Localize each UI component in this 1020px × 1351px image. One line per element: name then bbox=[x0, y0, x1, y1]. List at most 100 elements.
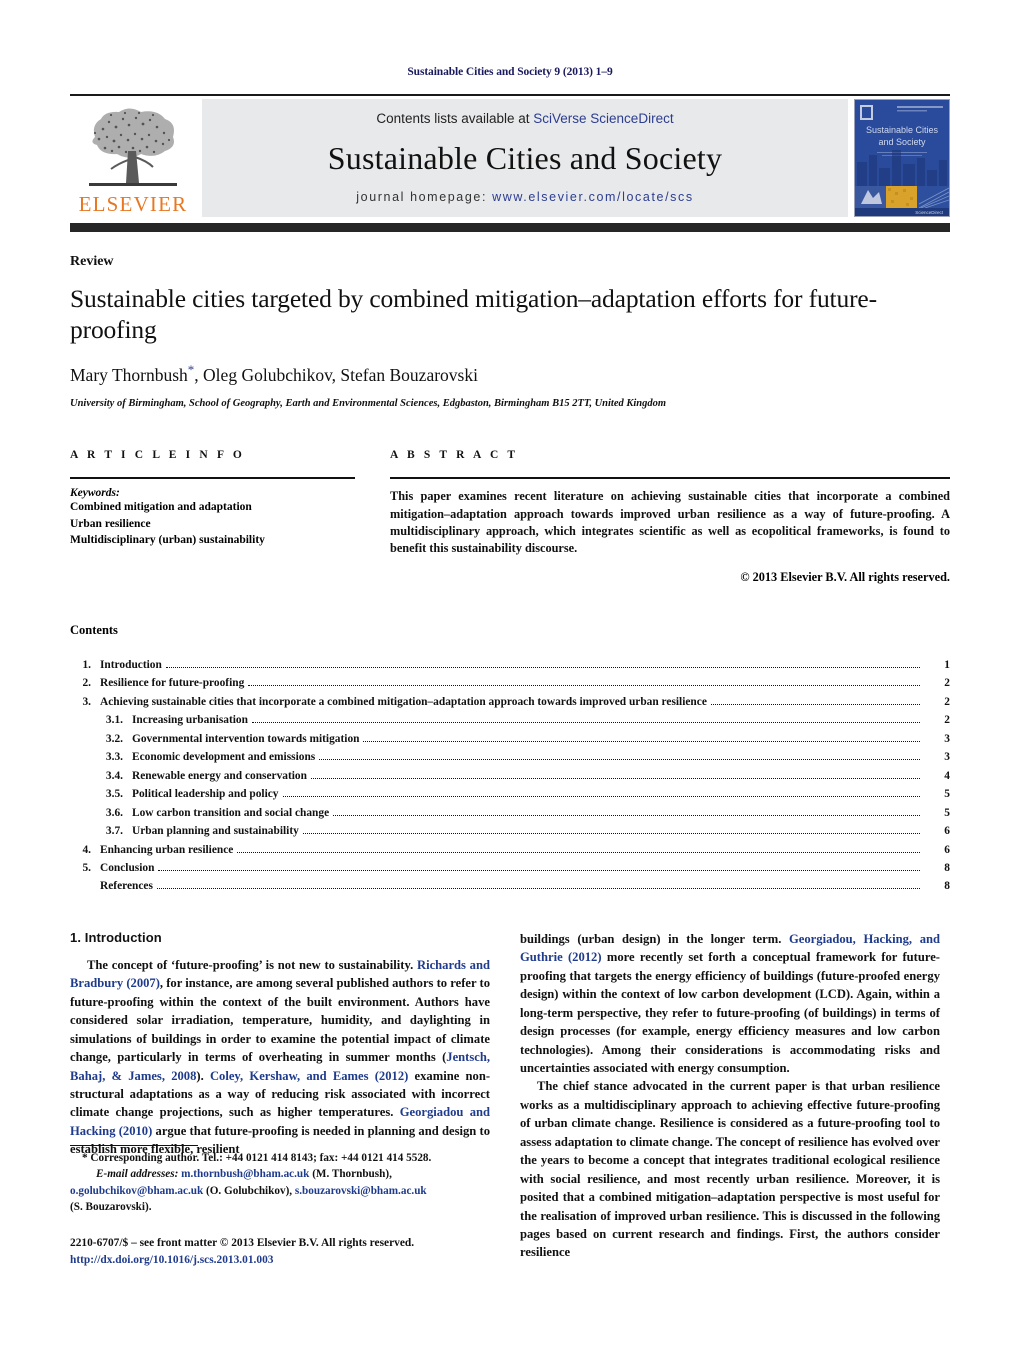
toc-entry-page: 6 bbox=[944, 843, 950, 856]
toc-entry-label: References bbox=[100, 880, 153, 893]
right-column: buildings (urban design) in the longer t… bbox=[520, 930, 940, 1262]
cover-artwork: Sustainable Cities and Society ScienceDi… bbox=[855, 100, 949, 216]
keywords-label: Keywords: bbox=[70, 487, 120, 500]
email-link[interactable]: o.golubchikov@bham.ac.uk bbox=[70, 1185, 203, 1197]
email-owner: (O. Golubchikov), bbox=[203, 1184, 295, 1197]
toc-entry[interactable]: 3. Achieving sustainable cities that inco… bbox=[70, 693, 950, 711]
corresponding-author-note: * Corresponding author. Tel.: +44 0121 4… bbox=[82, 1152, 432, 1164]
footnote-rule bbox=[70, 1145, 198, 1146]
article-page: Sustainable Cities and Society 9 (2013) … bbox=[0, 0, 1020, 1351]
toc-entry-number: 3. bbox=[82, 695, 91, 708]
toc-entry-label: Enhancing urban resilience bbox=[100, 843, 234, 856]
article-info-column: A R T I C L E I N F O Keywords: Combined… bbox=[70, 449, 355, 585]
author-primary: Mary Thornbush bbox=[70, 365, 188, 386]
toc-entry-page: 2 bbox=[944, 714, 950, 727]
toc-entry[interactable]: 4. Enhancing urban resilience 6 bbox=[70, 841, 950, 859]
toc-entry[interactable]: 3.1. Increasing urbanisation 2 bbox=[70, 711, 950, 729]
toc-entry-page: 5 bbox=[944, 788, 950, 801]
toc-entry-number: 2. bbox=[82, 677, 91, 690]
contents-available-line: Contents lists available at SciVerse Sci… bbox=[376, 111, 673, 126]
copyright-line: © 2013 Elsevier B.V. All rights reserved… bbox=[740, 569, 950, 584]
keyword-item: Urban resilience bbox=[70, 517, 151, 530]
toc-leader-dots bbox=[251, 722, 920, 724]
toc-leader-dots bbox=[710, 703, 920, 705]
keyword-item: Multidisciplinary (urban) sustainability bbox=[70, 534, 265, 547]
toc-entry-number: 3.7. bbox=[105, 825, 123, 838]
toc-entry[interactable]: 3.2. Governmental intervention towards mi… bbox=[70, 730, 950, 748]
toc-entry-page: 6 bbox=[944, 825, 950, 838]
toc-entry-number: 3.5. bbox=[105, 788, 123, 801]
toc-leader-dots bbox=[237, 851, 920, 853]
toc-entry-label: Governmental intervention towards mitiga… bbox=[132, 732, 360, 745]
toc-entry[interactable]: 5. Conclusion 8 bbox=[70, 859, 950, 877]
citation-link[interactable]: Coley, Kershaw, and Eames (2012) bbox=[210, 1069, 408, 1083]
toc-entry-page: 8 bbox=[944, 880, 950, 893]
toc-entry-label: Achieving sustainable cities that incorp… bbox=[100, 695, 707, 708]
toc-entry-label: Renewable energy and conservation bbox=[132, 769, 307, 782]
email-link[interactable]: m.thornbush@bham.ac.uk bbox=[181, 1168, 309, 1180]
abstract-heading: A B S T R A C T bbox=[390, 449, 519, 462]
toc-leader-dots bbox=[302, 833, 920, 835]
article-title: Sustainable cities targeted by combined … bbox=[70, 284, 877, 345]
toc-entry-label: Conclusion bbox=[100, 862, 155, 875]
toc-entry[interactable]: References 8 bbox=[70, 877, 950, 895]
toc-leader-dots bbox=[310, 777, 920, 779]
header-top-rule bbox=[70, 94, 950, 96]
elsevier-tree-icon bbox=[89, 108, 177, 186]
contents-prefix-text: Contents lists available at bbox=[376, 111, 534, 126]
toc-leader-dots bbox=[165, 666, 920, 668]
toc-entry[interactable]: 3.4. Renewable energy and conservation 4 bbox=[70, 767, 950, 785]
email-owner-line-3: (S. Bouzarovski). bbox=[70, 1201, 152, 1214]
toc-entry[interactable]: 2. Resilience for future-proofing 2 bbox=[70, 674, 950, 692]
toc-entry-label: Urban planning and sustainability bbox=[132, 825, 299, 838]
text-run: more recently set forth a conceptual fra… bbox=[520, 950, 940, 1076]
sciencedirect-link[interactable]: SciVerse ScienceDirect bbox=[533, 111, 673, 126]
toc-entry-number: 3.2. bbox=[105, 732, 123, 745]
contents-heading: Contents bbox=[70, 622, 118, 637]
article-type-label: Review bbox=[70, 254, 114, 269]
issn-copyright-line: 2210-6707/$ – see front matter © 2013 El… bbox=[70, 1237, 415, 1250]
intro-paragraph-continued: buildings (urban design) in the longer t… bbox=[520, 930, 940, 1078]
author-list: Mary Thornbush*, Oleg Golubchikov, Stefa… bbox=[70, 362, 950, 386]
email-addresses-line-2: o.golubchikov@bham.ac.uk (O. Golubchikov… bbox=[70, 1183, 490, 1199]
toc-entry-page: 2 bbox=[944, 695, 950, 708]
table-of-contents: 1. Introduction 1 2. Resilience for future-p… bbox=[70, 656, 950, 896]
elsevier-logo: ELSEVIER bbox=[70, 99, 196, 217]
toc-entry[interactable]: 3.7. Urban planning and sustainability 6 bbox=[70, 822, 950, 840]
toc-entry-number: 1. bbox=[82, 658, 91, 671]
info-abstract-region: A R T I C L E I N F O Keywords: Combined… bbox=[70, 449, 950, 585]
email-link[interactable]: s.bouzarovski@bham.ac.uk bbox=[295, 1185, 427, 1197]
toc-entry-label: Political leadership and policy bbox=[132, 788, 279, 801]
doi-link[interactable]: http://dx.doi.org/10.1016/j.scs.2013.01.… bbox=[70, 1252, 490, 1269]
text-run: ). bbox=[196, 1068, 210, 1083]
toc-leader-dots bbox=[248, 685, 920, 687]
footnote-block: * Corresponding author. Tel.: +44 0121 4… bbox=[70, 1145, 490, 1270]
intro-paragraph-1: The concept of ‘future-proofing’ is not … bbox=[70, 956, 490, 1159]
toc-entry-label: Low carbon transition and social change bbox=[132, 806, 330, 819]
toc-entry-page: 3 bbox=[944, 732, 950, 745]
email-addresses-line: E-mail addresses: m.thornbush@bham.ac.uk… bbox=[70, 1166, 490, 1182]
toc-entry-label: Introduction bbox=[100, 658, 162, 671]
abstract-rule bbox=[390, 477, 950, 480]
toc-entry[interactable]: 3.5. Political leadership and policy 5 bbox=[70, 785, 950, 803]
toc-entry-number: 5. bbox=[82, 862, 91, 875]
intro-paragraph-2: The chief stance advocated in the curren… bbox=[520, 1079, 940, 1260]
elsevier-wordmark: ELSEVIER bbox=[78, 192, 188, 216]
toc-leader-dots bbox=[319, 759, 920, 761]
toc-entry[interactable]: 3.6. Low carbon transition and social cha… bbox=[70, 804, 950, 822]
toc-entry-page: 5 bbox=[944, 806, 950, 819]
article-info-heading: A R T I C L E I N F O bbox=[70, 449, 245, 462]
abstract-column: A B S T R A C T This paper examines rece… bbox=[390, 449, 950, 585]
email-owner: (M. Thornbush), bbox=[309, 1168, 392, 1181]
journal-homepage-link[interactable]: www.elsevier.com/locate/scs bbox=[492, 190, 694, 204]
svg-text:and Society: and Society bbox=[878, 137, 926, 147]
toc-entry[interactable]: 3.3. Economic development and emissions 3 bbox=[70, 748, 950, 766]
toc-leader-dots bbox=[363, 740, 920, 742]
section-heading-introduction: 1. Introduction bbox=[70, 929, 162, 945]
toc-entry-label: Economic development and emissions bbox=[132, 751, 316, 764]
toc-entry-number: 3.1. bbox=[105, 714, 123, 727]
toc-entry-page: 4 bbox=[944, 769, 950, 782]
homepage-prefix-text: journal homepage: bbox=[356, 190, 493, 204]
issn-block: 2210-6707/$ – see front matter © 2013 El… bbox=[70, 1235, 490, 1269]
toc-entry[interactable]: 1. Introduction 1 bbox=[70, 656, 950, 674]
